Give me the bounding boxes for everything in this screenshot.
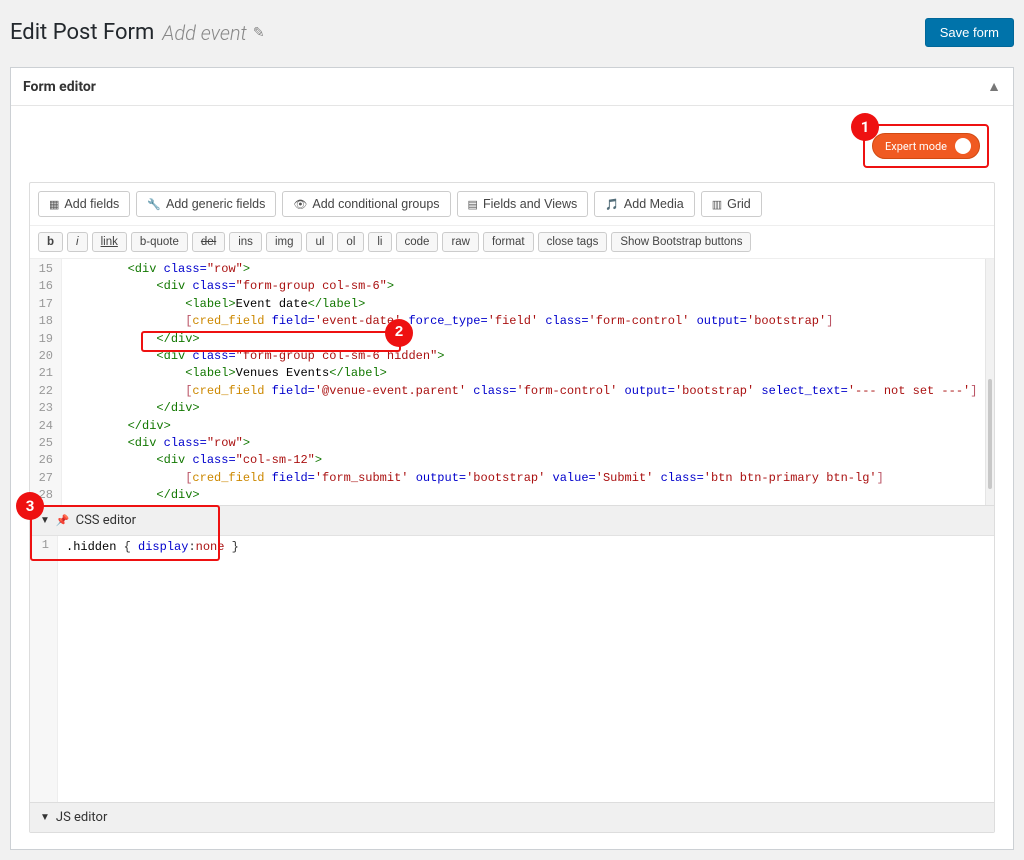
qt-ol[interactable]: ol — [337, 232, 364, 252]
page-subtitle[interactable]: Add event — [162, 21, 247, 45]
callout-3: 3 — [16, 492, 44, 520]
qt-bold[interactable]: b — [38, 232, 63, 252]
editor-inner-panel: ▦Add fields 🔧Add generic fields 👁Add con… — [29, 182, 995, 833]
css-editor-title: CSS editor — [76, 513, 136, 528]
grid-icon: ▦ — [49, 198, 59, 211]
save-form-button[interactable]: Save form — [925, 18, 1014, 47]
chevron-down-icon: ▼ — [40, 515, 50, 526]
views-icon: ▤ — [468, 198, 478, 211]
line-gutter: 1516171819202122232425262728293031 — [30, 259, 62, 505]
page-title: Edit Post Form — [10, 20, 154, 45]
grid-button[interactable]: ▥Grid — [701, 191, 762, 217]
toggle-knob — [955, 138, 971, 154]
qt-format[interactable]: format — [483, 232, 534, 252]
fields-and-views-button[interactable]: ▤Fields and Views — [457, 191, 589, 217]
css-gutter: 1 — [30, 536, 58, 802]
scrollbar[interactable] — [985, 259, 994, 505]
quicktags-toolbar: b i link b-quote del ins img ul ol li co… — [30, 226, 994, 259]
qt-bquote[interactable]: b-quote — [131, 232, 188, 252]
qt-img[interactable]: img — [266, 232, 303, 252]
qt-code[interactable]: code — [396, 232, 439, 252]
qt-link[interactable]: link — [92, 232, 127, 252]
edit-icon[interactable]: ✎ — [253, 25, 265, 41]
add-generic-fields-button[interactable]: 🔧Add generic fields — [136, 191, 276, 217]
eye-icon: 👁 — [293, 198, 307, 211]
expert-mode-toggle[interactable]: Expert mode — [872, 133, 980, 159]
js-editor-header[interactable]: ▼ JS editor — [30, 802, 994, 832]
code-content[interactable]: <div class="row"> <div class="form-group… — [62, 259, 985, 505]
qt-del[interactable]: del — [192, 232, 225, 252]
qt-show-bootstrap[interactable]: Show Bootstrap buttons — [611, 232, 751, 252]
add-fields-button[interactable]: ▦Add fields — [38, 191, 130, 217]
add-conditional-groups-button[interactable]: 👁Add conditional groups — [282, 191, 450, 217]
panel-title: Form editor — [23, 79, 96, 95]
form-editor-panel: Form editor ▲ 1 Expert mode ▦Add fields … — [10, 67, 1014, 850]
main-toolbar: ▦Add fields 🔧Add generic fields 👁Add con… — [30, 183, 994, 226]
callout-1: 1 — [851, 113, 879, 141]
qt-ul[interactable]: ul — [306, 232, 333, 252]
js-editor-title: JS editor — [56, 810, 107, 825]
qt-li[interactable]: li — [368, 232, 391, 252]
callout-2: 2 — [385, 319, 413, 347]
css-editor-section: 3 ▼ 📌 CSS editor 1 .hidden { display:non… — [30, 505, 994, 802]
css-editor-area[interactable]: 1 .hidden { display:none } — [30, 536, 994, 802]
grid-layout-icon: ▥ — [712, 198, 722, 211]
expert-mode-label: Expert mode — [885, 140, 947, 153]
page-header: Edit Post Form Add event ✎ Save form — [10, 10, 1014, 57]
expert-mode-highlight: 1 Expert mode — [863, 124, 989, 168]
media-icon: 🎵 — [605, 198, 619, 211]
expert-mode-row: 1 Expert mode — [29, 120, 995, 182]
qt-raw[interactable]: raw — [442, 232, 479, 252]
chevron-down-icon: ▼ — [40, 812, 50, 823]
css-editor-header[interactable]: ▼ 📌 CSS editor — [30, 506, 994, 536]
qt-italic[interactable]: i — [67, 232, 88, 252]
add-media-button[interactable]: 🎵Add Media — [594, 191, 694, 217]
pin-icon: 📌 — [56, 514, 70, 527]
css-content[interactable]: .hidden { display:none } — [58, 536, 994, 802]
qt-ins[interactable]: ins — [229, 232, 262, 252]
panel-header[interactable]: Form editor ▲ — [11, 68, 1013, 106]
qt-close-tags[interactable]: close tags — [538, 232, 608, 252]
wrench-icon: 🔧 — [147, 198, 161, 211]
code-editor[interactable]: 1516171819202122232425262728293031 <div … — [30, 259, 994, 505]
scrollbar-thumb[interactable] — [988, 379, 992, 489]
collapse-icon[interactable]: ▲ — [987, 78, 1001, 95]
